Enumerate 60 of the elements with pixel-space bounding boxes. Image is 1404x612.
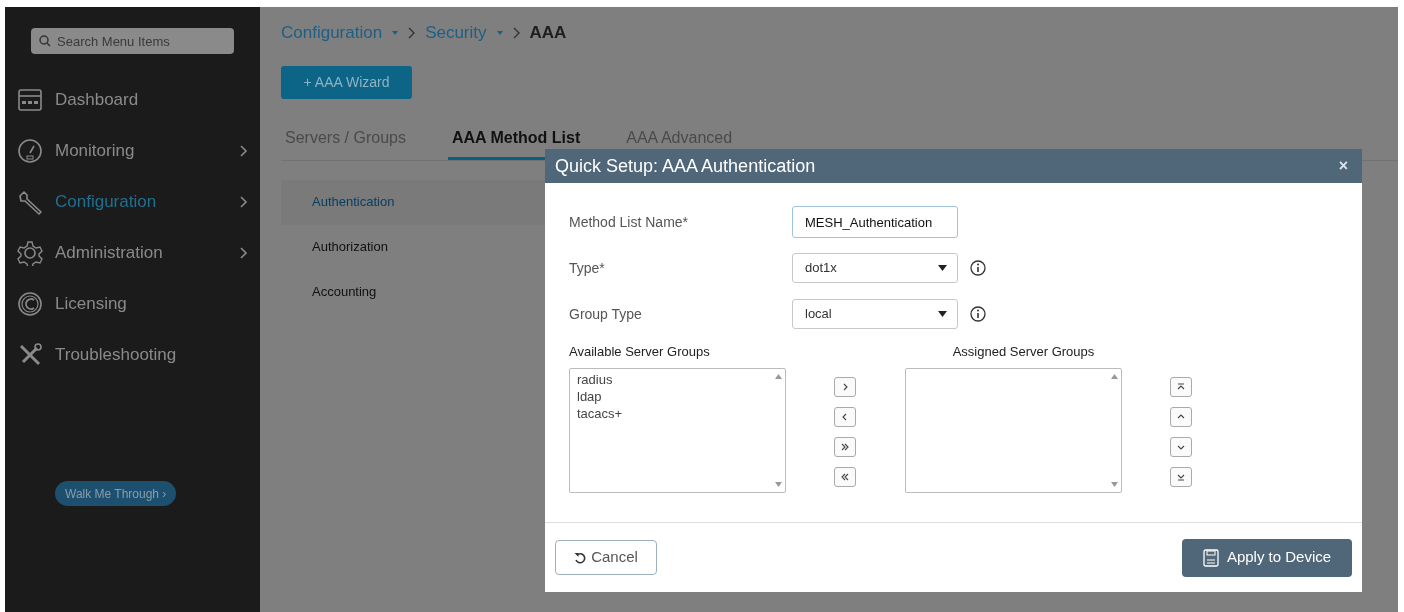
scroll-down-icon bbox=[774, 482, 782, 487]
tools-icon bbox=[17, 341, 43, 368]
list-box[interactable]: radius ldap tacacs+ bbox=[569, 368, 786, 493]
field-label: Group Type bbox=[569, 304, 643, 324]
move-top-button[interactable] bbox=[1170, 377, 1192, 397]
info-icon[interactable] bbox=[970, 260, 986, 276]
sidebar-item[interactable]: Dashboard bbox=[5, 74, 260, 125]
menu-item[interactable]: Authorization bbox=[281, 224, 545, 270]
search-icon bbox=[39, 35, 51, 47]
undo-icon bbox=[574, 551, 587, 564]
menu-item[interactable]: Authentication bbox=[281, 179, 545, 225]
select-field[interactable]: dot1x bbox=[792, 253, 958, 283]
search-field[interactable]: Search Menu Items bbox=[31, 28, 234, 54]
select-field[interactable]: local bbox=[792, 299, 958, 329]
apply-button[interactable]: Apply to Device bbox=[1182, 538, 1352, 577]
gauge-icon bbox=[17, 137, 43, 164]
move-down-button[interactable] bbox=[1170, 437, 1192, 457]
move-left-button[interactable] bbox=[834, 407, 856, 427]
scroll-up-icon bbox=[774, 374, 782, 379]
menu-item[interactable]: Accounting bbox=[281, 269, 545, 315]
scroll-up-icon bbox=[1110, 374, 1118, 379]
sidebar-item[interactable]: Configuration bbox=[5, 176, 260, 227]
gear-icon bbox=[17, 239, 43, 266]
wrench-icon bbox=[17, 188, 43, 215]
cancel-button[interactable]: Cancel bbox=[555, 540, 657, 575]
move-bottom-icon bbox=[1176, 472, 1186, 482]
caret-icon bbox=[938, 311, 947, 317]
list-option[interactable]: tacacs+ bbox=[577, 405, 764, 422]
move-up-button[interactable] bbox=[1170, 407, 1192, 427]
breadcrumb-current: AAA bbox=[529, 22, 567, 44]
save-icon bbox=[1202, 548, 1219, 567]
copyright-icon bbox=[17, 290, 43, 317]
list-box[interactable] bbox=[905, 368, 1122, 493]
chevron-icon bbox=[512, 26, 520, 39]
text-field[interactable]: MESH_Authentication bbox=[792, 206, 958, 238]
move-all-left-icon bbox=[840, 472, 850, 482]
field-label: Type* bbox=[569, 258, 606, 278]
move-all-right-icon bbox=[840, 442, 850, 452]
sidebar-item[interactable]: Licensing bbox=[5, 278, 260, 329]
field-label: Method List Name* bbox=[569, 212, 690, 232]
group-heading: Available Server Groups bbox=[569, 343, 711, 361]
sidebar-item[interactable]: Administration bbox=[5, 227, 260, 278]
move-right-button[interactable] bbox=[834, 377, 856, 397]
close-button[interactable]: × bbox=[1334, 154, 1352, 178]
chevron-icon bbox=[408, 26, 416, 39]
move-all-left-button[interactable] bbox=[834, 467, 856, 487]
scroll-down-icon bbox=[1110, 482, 1118, 487]
info-icon[interactable] bbox=[970, 306, 986, 322]
move-bottom-button[interactable] bbox=[1170, 467, 1192, 487]
caret-icon bbox=[938, 265, 947, 271]
list-option[interactable]: radius bbox=[577, 371, 764, 388]
wizard-button[interactable]: + AAA Wizard bbox=[281, 65, 412, 99]
list-option[interactable]: ldap bbox=[577, 388, 764, 405]
move-all-right-button[interactable] bbox=[834, 437, 856, 457]
sidebar-item[interactable]: Monitoring bbox=[5, 125, 260, 176]
group-heading: Assigned Server Groups bbox=[951, 343, 1096, 361]
sidebar-item[interactable]: Troubleshooting bbox=[5, 329, 260, 380]
move-top-icon bbox=[1176, 382, 1186, 392]
dashboard-icon bbox=[17, 86, 43, 113]
walk-me-through-button[interactable]: Walk Me Through › bbox=[55, 481, 177, 506]
